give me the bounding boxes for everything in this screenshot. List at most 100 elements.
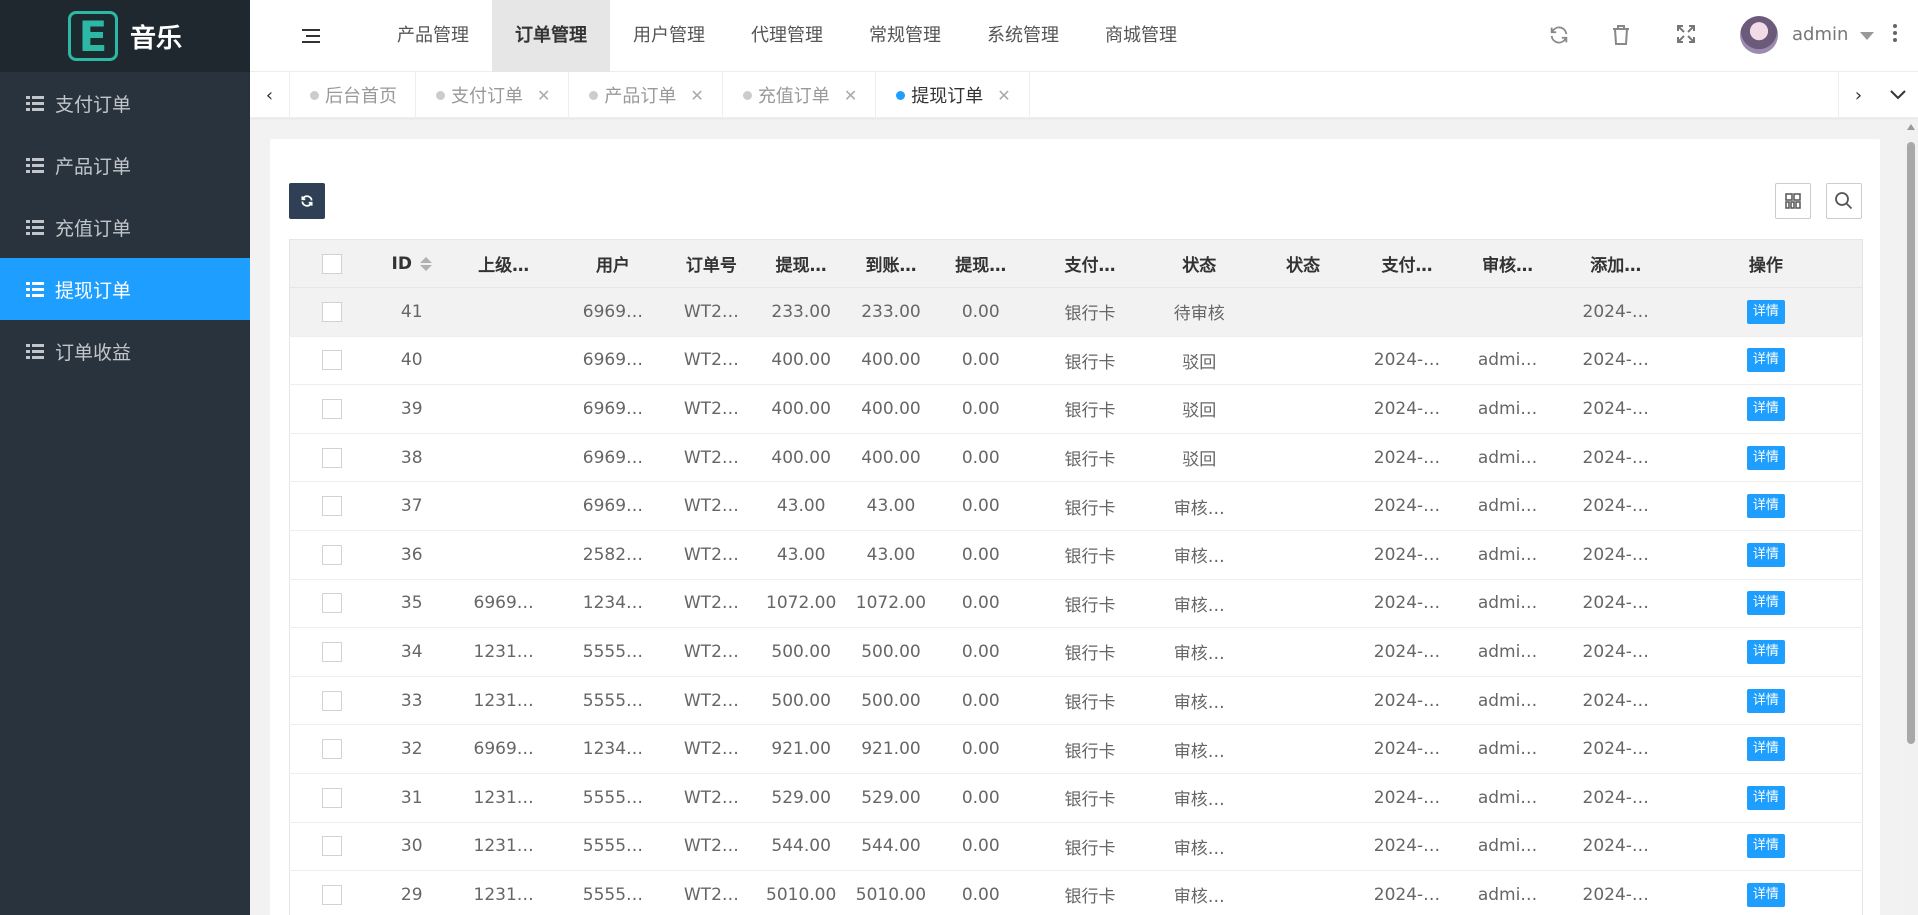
table-cell: 6969…	[449, 724, 558, 774]
detail-button[interactable]: 详情	[1746, 494, 1785, 519]
chevron-down-icon[interactable]	[1860, 32, 1874, 40]
detail-button[interactable]: 详情	[1746, 396, 1785, 421]
logo: E 音乐	[0, 0, 250, 72]
detail-button[interactable]: 详情	[1746, 785, 1785, 810]
column-header: 状态	[1245, 239, 1361, 288]
detail-button[interactable]: 详情	[1746, 688, 1785, 713]
table-cell	[1245, 676, 1361, 726]
page-tab-2[interactable]: 产品订单 ✕	[569, 72, 723, 118]
table-cell: 32	[373, 724, 450, 774]
table-cell: WT2…	[668, 287, 755, 337]
close-icon[interactable]: ✕	[844, 86, 857, 105]
sidebar-item-3[interactable]: 提现订单	[0, 258, 250, 320]
topnav-item-2[interactable]: 用户管理	[610, 0, 728, 72]
scrollbar-thumb[interactable]	[1907, 142, 1915, 744]
row-checkbox[interactable]	[321, 447, 342, 468]
sidebar-item-4[interactable]: 订单收益	[0, 320, 250, 382]
page-tab-0[interactable]: 后台首页	[290, 72, 416, 118]
close-icon[interactable]: ✕	[690, 86, 703, 105]
table-body: 41 6969… WT2… 233.00 233.00 0.00 银行卡 待审核 2024-… 详…	[289, 287, 1863, 915]
select-all-checkbox[interactable]	[321, 253, 342, 274]
detail-button[interactable]: 详情	[1746, 348, 1785, 373]
column-header: 支付…	[1027, 239, 1153, 288]
tab-label: 支付订单	[451, 86, 523, 107]
row-checkbox[interactable]	[321, 787, 342, 808]
table-cell	[449, 336, 558, 386]
tabs-next-icon[interactable]: ›	[1838, 72, 1878, 118]
tabs-menu-icon[interactable]	[1878, 72, 1918, 118]
table-cell: 39	[373, 384, 450, 434]
row-checkbox[interactable]	[321, 593, 342, 614]
detail-button[interactable]: 详情	[1746, 737, 1785, 762]
search-icon[interactable]	[1826, 183, 1862, 219]
close-icon[interactable]: ✕	[997, 86, 1010, 105]
content-card: ID 上级… 用户 订单号 提现… 到账… 提现… 支付… 状态 状态 支付… 审核… 添加… 操作 41…	[270, 139, 1880, 915]
table-cell: 2024-…	[1561, 627, 1670, 677]
close-icon[interactable]: ✕	[537, 86, 550, 105]
top-nav: 产品管理 订单管理 用户管理 代理管理 常规管理 系统管理 商城管理	[374, 0, 1200, 72]
topnav-item-4[interactable]: 常规管理	[846, 0, 964, 72]
detail-button[interactable]: 详情	[1746, 299, 1785, 324]
table-cell: 500.00	[754, 676, 848, 726]
table-cell: 233.00	[754, 287, 848, 337]
sidebar-item-2[interactable]: 充值订单	[0, 196, 250, 258]
table-cell: 29	[373, 870, 450, 915]
row-checkbox[interactable]	[321, 739, 342, 760]
sidebar-item-0[interactable]: 支付订单	[0, 72, 250, 134]
row-checkbox[interactable]	[321, 496, 342, 517]
more-vertical-icon[interactable]	[1892, 24, 1898, 44]
scroll-up-icon[interactable]	[1907, 124, 1915, 130]
column-header: 上级…	[449, 239, 558, 288]
topnav-item-1[interactable]: 订单管理	[492, 0, 610, 72]
topnav-item-3[interactable]: 代理管理	[728, 0, 846, 72]
topnav-item-5[interactable]: 系统管理	[964, 0, 1082, 72]
avatar[interactable]	[1740, 16, 1778, 54]
row-checkbox[interactable]	[321, 836, 342, 857]
sidebar-item-1[interactable]: 产品订单	[0, 134, 250, 196]
trash-icon[interactable]	[1609, 24, 1633, 48]
detail-button[interactable]: 详情	[1746, 882, 1785, 907]
row-checkbox[interactable]	[321, 301, 342, 322]
fullscreen-icon[interactable]	[1674, 24, 1698, 48]
page-scrollbar[interactable]	[1904, 120, 1918, 915]
table-cell	[1245, 627, 1361, 677]
row-checkbox-cell	[289, 287, 374, 337]
columns-filter-icon[interactable]	[1775, 183, 1811, 219]
refresh-icon[interactable]	[1547, 24, 1571, 48]
row-checkbox[interactable]	[321, 398, 342, 419]
topnav-item-0[interactable]: 产品管理	[374, 0, 492, 72]
tabs-prev-icon[interactable]: ‹	[250, 72, 290, 118]
table-cell: 银行卡	[1027, 676, 1153, 726]
table-cell: 2024-…	[1561, 481, 1670, 531]
column-header[interactable]: ID	[373, 239, 450, 288]
username[interactable]: admin	[1792, 24, 1848, 45]
row-checkbox[interactable]	[321, 350, 342, 371]
detail-button[interactable]: 详情	[1746, 639, 1785, 664]
action-cell: 详情	[1669, 287, 1863, 337]
table-cell	[449, 530, 558, 580]
topnav-item-6[interactable]: 商城管理	[1082, 0, 1200, 72]
table-cell: admi…	[1453, 870, 1562, 915]
collapse-menu-icon[interactable]	[300, 27, 320, 45]
table-cell: 2024-…	[1561, 433, 1670, 483]
detail-button[interactable]: 详情	[1746, 591, 1785, 616]
detail-button[interactable]: 详情	[1746, 445, 1785, 470]
table-cell: WT2…	[668, 822, 755, 872]
detail-button[interactable]: 详情	[1746, 542, 1785, 567]
table-cell: 0.00	[934, 336, 1028, 386]
page-tab-3[interactable]: 充值订单 ✕	[723, 72, 877, 118]
table-cell	[1245, 822, 1361, 872]
table-cell: 5555…	[557, 870, 669, 915]
row-checkbox[interactable]	[321, 884, 342, 905]
page-tab-4[interactable]: 提现订单 ✕	[876, 72, 1030, 118]
table-cell: admi…	[1453, 433, 1562, 483]
table-refresh-button[interactable]	[289, 183, 325, 219]
row-checkbox[interactable]	[321, 641, 342, 662]
page-tab-1[interactable]: 支付订单 ✕	[416, 72, 570, 118]
row-checkbox[interactable]	[321, 690, 342, 711]
table-cell: WT2…	[668, 724, 755, 774]
row-checkbox[interactable]	[321, 544, 342, 565]
detail-button[interactable]: 详情	[1746, 834, 1785, 859]
sort-icon[interactable]	[419, 256, 432, 271]
column-header: 添加…	[1561, 239, 1670, 288]
